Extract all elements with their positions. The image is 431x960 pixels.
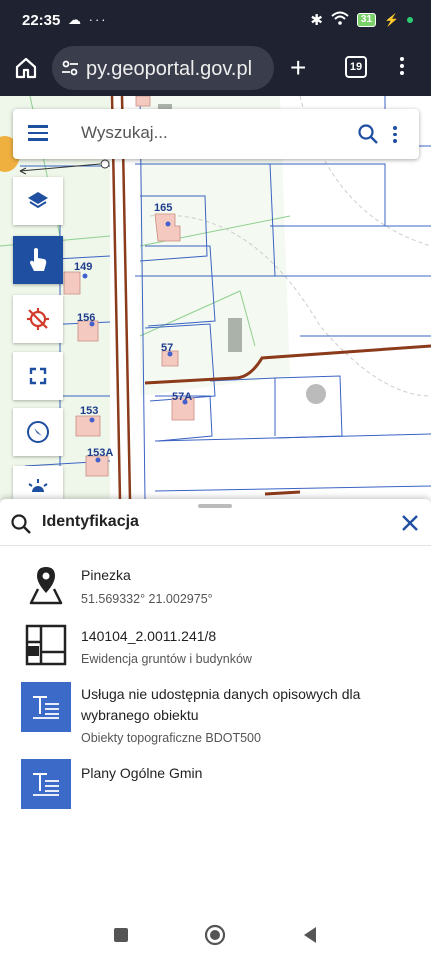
result-title: Usługa nie udostępnia danych opisowych d…	[81, 686, 361, 702]
compass-icon	[27, 421, 49, 443]
map-search-bar	[13, 109, 419, 159]
identification-header: Identyfikacja	[0, 509, 431, 546]
browser-menu-icon[interactable]	[400, 54, 404, 78]
charging-icon: ⚡	[384, 13, 399, 27]
tab-switcher-button[interactable]: 19	[345, 56, 367, 78]
result-subtitle: 51.569332° 21.002975°	[81, 592, 213, 606]
new-tab-icon[interactable]: +	[290, 54, 306, 82]
identify-button[interactable]	[13, 236, 63, 284]
fullscreen-button[interactable]	[13, 352, 63, 400]
layers-button[interactable]	[13, 177, 63, 225]
sheet-drag-handle[interactable]	[198, 504, 232, 508]
text-service-icon	[21, 682, 71, 732]
battery-icon: 31	[356, 13, 377, 27]
result-subtitle: Ewidencja gruntów i budynków	[81, 652, 252, 666]
privacy-dot-icon	[407, 17, 413, 23]
result-title: Pinezka	[81, 567, 131, 583]
search-icon	[11, 514, 31, 534]
layers-icon	[28, 192, 48, 209]
close-icon[interactable]	[400, 513, 420, 533]
home-icon[interactable]	[14, 56, 38, 80]
sunrise-icon	[28, 479, 48, 492]
parcel-label: 153	[80, 405, 99, 417]
panel-title: Identyfikacja	[42, 513, 139, 530]
back-icon[interactable]	[302, 926, 318, 944]
result-title: Plany Ogólne Gmin	[81, 765, 203, 781]
parcel-label: 153A	[87, 447, 114, 459]
parcel-label: 149	[74, 261, 93, 273]
recents-icon[interactable]	[113, 927, 129, 943]
search-input[interactable]	[79, 122, 343, 144]
result-title-line2: wybranego obiektu	[81, 707, 199, 723]
hamburger-menu-icon[interactable]	[28, 125, 48, 145]
address-bar[interactable]: py.geoportal.gov.pl	[52, 46, 274, 90]
status-right-icons: ✱ 31 ⚡	[310, 11, 413, 29]
site-settings-icon[interactable]	[60, 58, 80, 78]
fullscreen-icon	[29, 367, 47, 385]
parcel-label: 57	[161, 342, 174, 354]
browser-toolbar: py.geoportal.gov.pl + 19	[0, 42, 431, 96]
identification-panel: Identyfikacja Pinezka 51.569332° 21.0029…	[0, 499, 431, 960]
map-pin-icon	[29, 567, 63, 605]
bluetooth-icon: ✱	[310, 12, 323, 29]
search-icon[interactable]	[357, 123, 379, 145]
search-options-icon[interactable]	[393, 123, 397, 146]
text-service-icon	[21, 759, 71, 809]
disable-location-button[interactable]	[13, 295, 63, 343]
status-time: 22:35	[22, 12, 61, 29]
system-navigation-bar	[0, 900, 431, 960]
url-text: py.geoportal.gov.pl	[86, 58, 253, 80]
wifi-icon	[331, 11, 349, 29]
pointer-hand-icon	[30, 248, 47, 271]
status-bar: 22:35 ☁ ··· ✱ 31 ⚡	[0, 0, 431, 42]
parcel-label: 156	[77, 312, 96, 324]
result-title: 140104_2.0011.241/8	[81, 628, 217, 644]
parcel-label: 57A	[172, 391, 193, 403]
parcel-label: 165	[154, 202, 173, 214]
home-nav-icon[interactable]	[204, 924, 226, 946]
parcel-icon	[25, 624, 67, 666]
location-off-icon	[27, 308, 49, 330]
compass-button[interactable]	[13, 408, 63, 456]
status-notification-icons: ☁ ···	[68, 12, 108, 27]
result-subtitle: Obiekty topograficzne BDOT500	[81, 731, 261, 745]
sun-position-button[interactable]	[13, 466, 63, 500]
